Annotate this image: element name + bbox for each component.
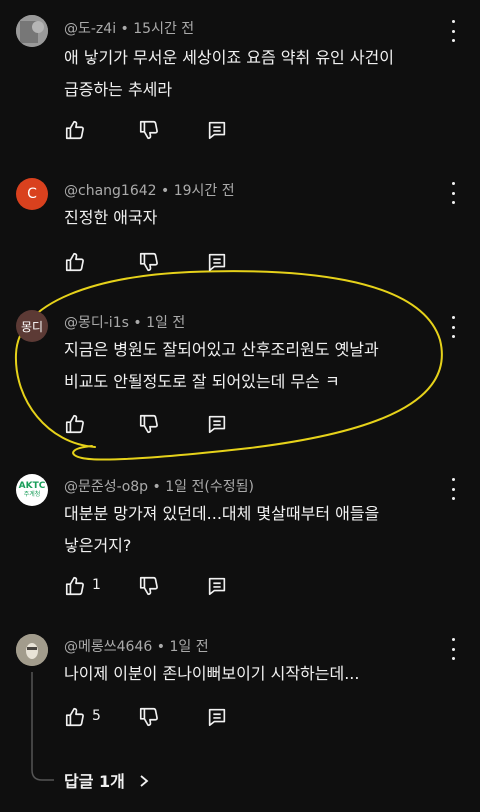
more-vert-icon[interactable] — [450, 182, 456, 204]
more-vert-icon[interactable] — [450, 316, 456, 338]
reply-icon[interactable] — [206, 575, 228, 597]
comment-actions — [64, 413, 264, 437]
like-icon[interactable] — [64, 251, 86, 273]
replies-label: 답글 1개 — [64, 772, 125, 791]
avatar[interactable]: AKTC 주계청 — [16, 474, 48, 506]
dislike-icon[interactable] — [138, 251, 160, 273]
comment-time[interactable]: 15시간 전 — [133, 21, 194, 37]
avatar-letter: 몽디 — [20, 319, 44, 334]
reply-icon[interactable] — [206, 706, 228, 728]
avatar-letter: C — [27, 186, 37, 202]
comment-actions: 5 — [64, 706, 264, 730]
comment-meta: @문준성-o8p • 1일 전(수정됨) — [64, 479, 254, 495]
more-vert-icon[interactable] — [450, 478, 456, 500]
more-vert-icon[interactable] — [450, 638, 456, 660]
comment-text-line: 나이제 이분이 존나이뻐보이기 시작하는데... — [64, 664, 360, 683]
reply-icon[interactable] — [206, 413, 228, 435]
comment-text-line: 낳은거지? — [64, 536, 132, 555]
avatar[interactable]: 몽디 — [16, 310, 48, 342]
comment-meta: @몽디-i1s • 1일 전 — [64, 315, 186, 331]
comment-author[interactable]: @문준성-o8p — [64, 479, 148, 495]
comment-text-line: 애 낳기가 무서운 세상이죠 요즘 약취 유인 사건이 — [64, 48, 395, 67]
comment-author[interactable]: @메롱쓰4646 — [64, 639, 152, 655]
comment-actions — [64, 119, 264, 143]
dislike-icon[interactable] — [138, 575, 160, 597]
dislike-icon[interactable] — [138, 706, 160, 728]
avatar[interactable] — [16, 15, 48, 47]
comment-text-line: 대분분 망가져 있던데...대체 몇살때부터 애들을 — [64, 504, 380, 523]
avatar-logo-subtext: 주계청 — [23, 491, 41, 498]
comment-meta: @chang1642 • 19시간 전 — [64, 183, 235, 199]
comment-text-line: 진정한 애국자 — [64, 208, 158, 227]
comment-text: 진정한 애국자 — [64, 202, 444, 234]
comment-time[interactable]: 1일 전(수정됨) — [165, 479, 254, 495]
like-count: 5 — [92, 708, 101, 724]
like-icon[interactable] — [64, 119, 86, 141]
avatar-logo-text: AKTC — [18, 481, 46, 491]
comment-text: 지금은 병원도 잘되어있고 산후조리원도 옛날과 비교도 안될정도로 잘 되어있… — [64, 334, 444, 398]
comment-text: 나이제 이분이 존나이뻐보이기 시작하는데... — [64, 658, 444, 690]
like-icon[interactable] — [64, 413, 86, 435]
view-replies-button[interactable]: 답글 1개 — [64, 768, 150, 792]
comment-text: 대분분 망가져 있던데...대체 몇살때부터 애들을 낳은거지? — [64, 498, 444, 562]
comment-time[interactable]: 19시간 전 — [174, 183, 235, 199]
comment-actions — [64, 251, 264, 275]
comment-meta: @도-z4i • 15시간 전 — [64, 21, 195, 37]
dislike-icon[interactable] — [138, 119, 160, 141]
comment-text-line: 급증하는 추세라 — [64, 80, 173, 99]
reply-icon[interactable] — [206, 251, 228, 273]
comment-time[interactable]: 1일 전 — [169, 639, 208, 655]
avatar[interactable] — [16, 634, 48, 666]
comment-text-line: 비교도 안될정도로 잘 되어있는데 무슨 ㅋ — [64, 372, 340, 391]
comment-actions: 1 — [64, 575, 264, 599]
like-icon[interactable] — [64, 706, 86, 728]
like-icon[interactable] — [64, 575, 86, 597]
reply-icon[interactable] — [206, 119, 228, 141]
like-count: 1 — [92, 577, 101, 593]
avatar[interactable]: C — [16, 178, 48, 210]
comment-meta: @메롱쓰4646 • 1일 전 — [64, 639, 209, 655]
comment-author[interactable]: @도-z4i — [64, 21, 116, 37]
comment-text: 애 낳기가 무서운 세상이죠 요즘 약취 유인 사건이 급증하는 추세라 — [64, 42, 444, 106]
comment-text-line: 지금은 병원도 잘되어있고 산후조리원도 옛날과 — [64, 340, 379, 359]
comment-time[interactable]: 1일 전 — [146, 315, 185, 331]
more-vert-icon[interactable] — [450, 20, 456, 42]
dislike-icon[interactable] — [138, 413, 160, 435]
comment-author[interactable]: @chang1642 — [64, 183, 157, 199]
chevron-right-icon — [140, 775, 149, 787]
comment-author[interactable]: @몽디-i1s — [64, 315, 129, 331]
